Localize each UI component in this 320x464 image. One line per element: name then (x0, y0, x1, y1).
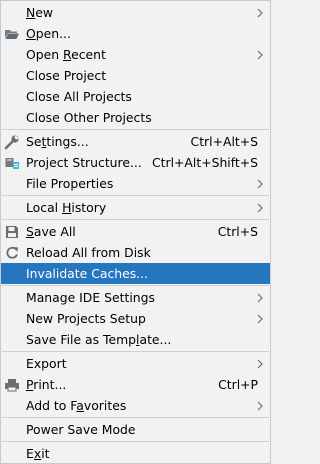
menu-separator (2, 128, 269, 130)
menu-item-print[interactable]: Print... Ctrl+P (1, 374, 270, 395)
menu-item-settings-shortcut: Ctrl+Alt+S (190, 134, 258, 149)
menu-item-open-recent[interactable]: Open Recent (1, 44, 270, 65)
menu-item-local-history-label: Local History (26, 200, 107, 215)
menu-separator (2, 219, 269, 220)
project-structure-icon (4, 155, 20, 171)
menu-item-reload-all[interactable]: Reload All from Disk (1, 242, 270, 263)
menu-item-power-save-mode-label: Power Save Mode (26, 422, 136, 437)
menu-item-save-file-as-template-label: Save File as Template... (26, 332, 172, 347)
menu-item-project-structure-label: Project Structure... (26, 155, 142, 170)
save-icon (4, 224, 20, 240)
menu-separator (2, 285, 269, 286)
menu-item-save-all-label: Save All (26, 224, 76, 239)
menu-item-new-label: New (26, 5, 54, 20)
menu-item-file-properties-label: File Properties (26, 176, 114, 191)
menu-item-close-all-projects[interactable]: Close All Projects (1, 86, 270, 107)
menu-separator (2, 195, 269, 196)
chevron-right-icon (256, 8, 264, 18)
menu-item-close-project-label: Close Project (26, 68, 107, 83)
refresh-icon (4, 245, 20, 261)
chevron-right-icon (256, 314, 264, 324)
wrench-icon (4, 134, 20, 150)
menu-item-settings-label: Settings... (26, 134, 89, 149)
menu-item-invalidate-caches-label: Invalidate Caches... (26, 266, 149, 281)
menu-item-add-to-favorites-label: Add to Favorites (26, 398, 127, 413)
menu-item-reload-all-label: Reload All from Disk (26, 245, 151, 260)
folder-open-icon (4, 26, 20, 42)
menu-item-file-properties[interactable]: File Properties (1, 173, 270, 194)
menu-separator (2, 351, 269, 352)
menu-item-project-structure-shortcut: Ctrl+Alt+Shift+S (152, 155, 258, 170)
menu-item-power-save-mode[interactable]: Power Save Mode (1, 419, 270, 440)
menu-item-open-recent-label: Open Recent (26, 47, 106, 62)
menu-item-close-all-projects-label: Close All Projects (26, 89, 132, 104)
menu-item-exit-label: Exit (26, 446, 50, 461)
menu-item-settings[interactable]: Settings... Ctrl+Alt+S (1, 131, 270, 152)
menu-item-print-label: Print... (26, 377, 67, 392)
menu-item-export-label: Export (26, 356, 67, 371)
menu-item-print-shortcut: Ctrl+P (218, 377, 258, 392)
menu-item-exit[interactable]: Exit (1, 443, 270, 464)
printer-icon (4, 377, 20, 393)
menu-item-open-label: Open... (26, 26, 71, 41)
file-menu: New Open... Open Recent Close Project Cl… (0, 0, 271, 464)
menu-item-manage-ide-settings-label: Manage IDE Settings (26, 290, 155, 305)
menu-item-new-projects-setup-label: New Projects Setup (26, 311, 146, 326)
menu-separator (2, 417, 269, 418)
menu-item-open[interactable]: Open... (1, 23, 270, 44)
menu-item-new[interactable]: New (1, 2, 270, 23)
menu-item-export[interactable]: Export (1, 353, 270, 374)
chevron-right-icon (256, 50, 264, 60)
menu-separator (2, 441, 269, 442)
menu-item-project-structure[interactable]: Project Structure... Ctrl+Alt+Shift+S (1, 152, 270, 173)
chevron-right-icon (256, 293, 264, 303)
chevron-right-icon (256, 401, 264, 411)
menu-item-save-all-shortcut: Ctrl+S (217, 224, 258, 239)
menu-item-save-all[interactable]: Save All Ctrl+S (1, 221, 270, 242)
menu-item-save-file-as-template[interactable]: Save File as Template... (1, 329, 270, 350)
chevron-right-icon (256, 203, 264, 213)
menu-item-add-to-favorites[interactable]: Add to Favorites (1, 395, 270, 416)
menu-item-close-project[interactable]: Close Project (1, 65, 270, 86)
menu-item-close-other-projects[interactable]: Close Other Projects (1, 107, 270, 128)
chevron-right-icon (256, 359, 264, 369)
chevron-right-icon (256, 179, 264, 189)
menu-item-close-other-projects-label: Close Other Projects (26, 110, 152, 125)
menu-item-new-projects-setup[interactable]: New Projects Setup (1, 308, 270, 329)
menu-item-manage-ide-settings[interactable]: Manage IDE Settings (1, 287, 270, 308)
menu-item-local-history[interactable]: Local History (1, 197, 270, 218)
menu-item-invalidate-caches[interactable]: Invalidate Caches... (1, 263, 270, 284)
